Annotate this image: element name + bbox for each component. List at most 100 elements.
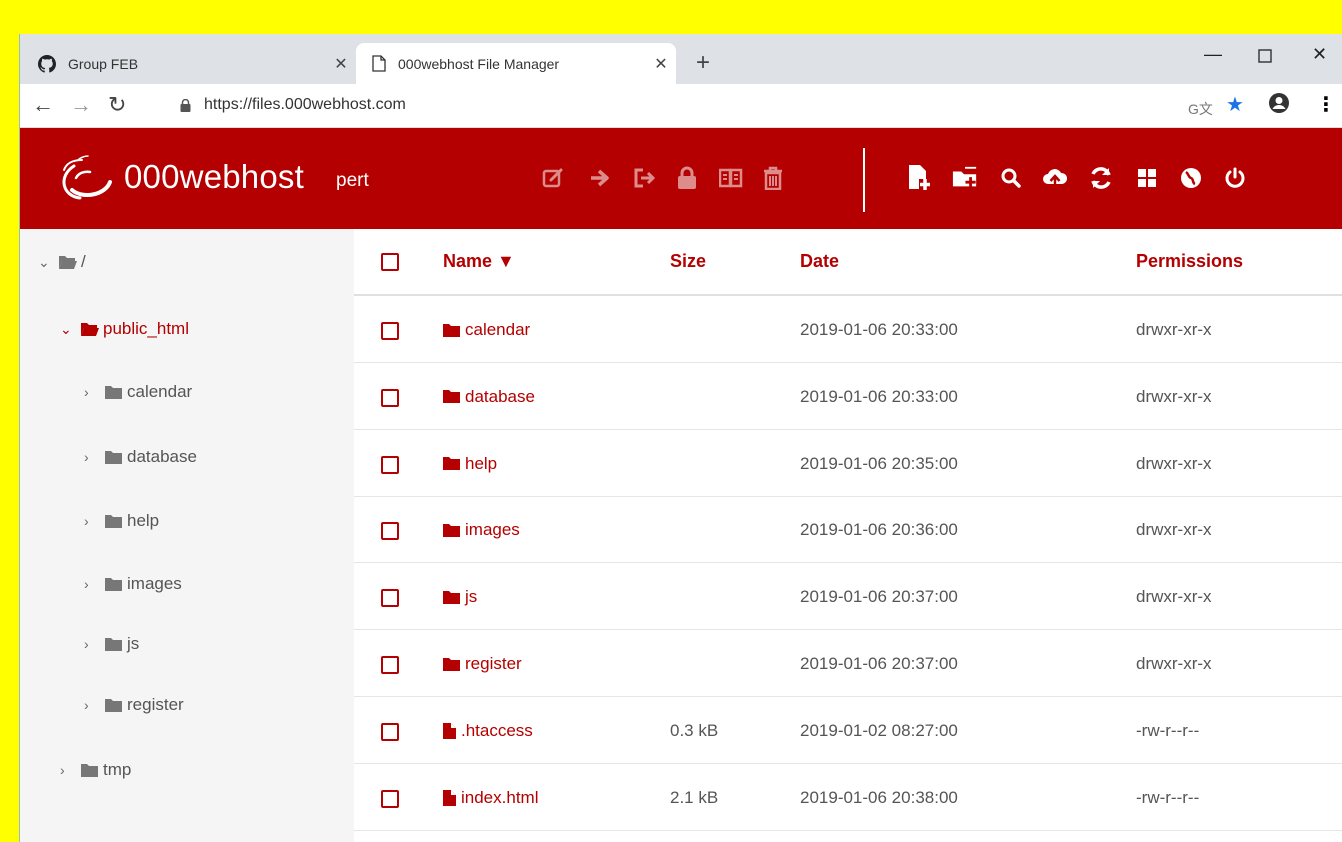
tree-label: images — [127, 574, 182, 593]
table-row[interactable]: register 2019-01-06 20:37:00 drwxr-xr-x — [354, 630, 1342, 697]
grid-view-icon[interactable] — [1134, 164, 1160, 192]
refresh-icon[interactable] — [1088, 164, 1114, 192]
chevron-right-icon[interactable]: › — [60, 762, 80, 778]
row-checkbox[interactable] — [381, 522, 399, 541]
edit-icon[interactable] — [540, 164, 566, 192]
folder-open-icon — [81, 322, 99, 336]
folder-icon — [81, 763, 98, 777]
file-date: 2019-01-06 20:37:00 — [800, 587, 958, 607]
chevron-right-icon[interactable]: › — [84, 384, 104, 400]
help-globe-icon[interactable] — [1178, 164, 1204, 192]
power-icon[interactable] — [1222, 164, 1248, 192]
row-checkbox[interactable] — [381, 455, 399, 474]
file-permissions: drwxr-xr-x — [1136, 320, 1212, 339]
file-name-cell[interactable]: calendar — [442, 320, 530, 340]
file-name-cell[interactable]: register — [442, 654, 522, 674]
row-checkbox[interactable] — [381, 322, 399, 340]
folder-icon — [105, 637, 122, 651]
table-row[interactable]: database 2019-01-06 20:33:00 drwxr-xr-x — [354, 363, 1342, 430]
tree-node-images[interactable]: › images — [84, 569, 182, 599]
tree-label: js — [127, 634, 140, 653]
back-arrow-icon[interactable]: ← — [32, 92, 54, 118]
file-permissions: drwxr-xr-x — [1136, 453, 1212, 473]
tree-node-root[interactable]: ⌄ / — [38, 247, 86, 277]
table-header: Name ▼ Size Date Permissions — [354, 229, 1342, 296]
chevron-right-icon[interactable]: › — [84, 697, 104, 713]
column-header-size[interactable]: Size — [670, 251, 706, 272]
file-name-cell[interactable]: .htaccess — [442, 721, 533, 741]
tree-node-calendar[interactable]: › calendar — [84, 377, 192, 407]
menu-icon[interactable]: ⋮ — [1316, 92, 1336, 118]
column-header-name[interactable]: Name ▼ — [443, 251, 515, 272]
file-name-cell[interactable]: database — [442, 387, 535, 407]
archive-icon[interactable] — [718, 164, 744, 192]
profile-icon[interactable] — [1268, 92, 1290, 121]
tree-node-database[interactable]: › database — [84, 442, 197, 472]
forward-arrow-icon[interactable]: → — [70, 92, 92, 118]
table-row[interactable]: calendar 2019-01-06 20:33:00 drwxr-xr-x — [354, 296, 1342, 363]
new-file-icon[interactable] — [906, 164, 932, 192]
folder-icon — [443, 657, 460, 671]
table-row[interactable]: js 2019-01-06 20:37:00 drwxr-xr-x — [354, 563, 1342, 631]
file-name-cell[interactable]: index.html — [442, 788, 538, 808]
row-checkbox[interactable] — [381, 722, 399, 741]
minimize-icon[interactable]: — — [1204, 44, 1222, 65]
file-name: index.html — [461, 787, 539, 807]
file-name-cell[interactable]: images — [442, 520, 520, 540]
new-tab-button[interactable]: + — [696, 51, 710, 75]
chevron-right-icon[interactable]: › — [84, 513, 104, 529]
url-input[interactable]: https://files.000webhost.com — [204, 96, 406, 114]
tab-group-feb[interactable]: Group FEB ✕ — [20, 43, 356, 84]
file-permissions: -rw-r--r-- — [1136, 720, 1200, 740]
tree-node-js[interactable]: › js — [84, 629, 139, 659]
rename-icon[interactable] — [632, 164, 658, 192]
tree-node-register[interactable]: › register — [84, 690, 184, 720]
username: pert — [336, 170, 369, 191]
star-icon[interactable]: ★ — [1226, 92, 1244, 118]
close-icon[interactable]: ✕ — [326, 54, 356, 74]
tree-node-help[interactable]: › help — [84, 506, 159, 536]
table-row[interactable]: help 2019-01-06 20:35:00 drwxr-xr-x — [354, 430, 1342, 497]
close-window-icon[interactable]: ✕ — [1312, 44, 1327, 65]
file-name-cell[interactable]: help — [442, 454, 497, 474]
table-row[interactable]: images 2019-01-06 20:36:00 drwxr-xr-x — [354, 496, 1342, 564]
reload-icon[interactable]: ↻ — [108, 92, 126, 118]
row-checkbox[interactable] — [381, 656, 399, 674]
move-icon[interactable] — [587, 164, 613, 192]
tree-node-public-html[interactable]: ⌄ public_html — [60, 314, 189, 344]
file-date: 2019-01-06 20:38:00 — [800, 787, 958, 807]
chevron-right-icon[interactable]: › — [84, 449, 104, 465]
file-icon — [443, 722, 456, 739]
translate-icon[interactable]: G文 — [1188, 96, 1213, 122]
chevron-right-icon[interactable]: › — [84, 636, 104, 652]
folder-icon — [105, 450, 122, 464]
file-icon — [443, 789, 456, 806]
row-checkbox[interactable] — [381, 789, 399, 808]
chevron-right-icon[interactable]: › — [84, 576, 104, 592]
column-header-permissions[interactable]: Permissions — [1136, 251, 1243, 272]
folder-icon — [443, 390, 460, 404]
tab-file-manager[interactable]: 000webhost File Manager ✕ — [356, 43, 676, 84]
row-checkbox[interactable] — [381, 388, 399, 407]
row-checkbox[interactable] — [381, 589, 399, 608]
new-folder-icon[interactable] — [952, 164, 978, 192]
app-header: 000webhost pert — [20, 128, 1342, 229]
search-icon[interactable] — [998, 164, 1024, 192]
trash-icon[interactable] — [760, 164, 786, 192]
column-header-date[interactable]: Date — [800, 251, 839, 272]
maximize-icon[interactable] — [1258, 47, 1272, 68]
folder-icon — [105, 385, 122, 399]
permissions-lock-icon[interactable] — [674, 164, 700, 192]
chevron-down-icon[interactable]: ⌄ — [60, 321, 80, 338]
tree-node-tmp[interactable]: › tmp — [60, 755, 131, 785]
table-row[interactable]: index.html 2.1 kB 2019-01-06 20:38:00 -rw-r… — [354, 764, 1342, 831]
file-name-cell[interactable]: js — [442, 587, 477, 607]
tab-title: 000webhost File Manager — [398, 55, 560, 72]
brand-logo-icon — [62, 155, 112, 200]
chevron-down-icon[interactable]: ⌄ — [38, 254, 58, 271]
table-row[interactable]: .htaccess 0.3 kB 2019-01-02 08:27:00 -rw-r-… — [354, 697, 1342, 764]
select-all-checkbox[interactable] — [381, 253, 399, 271]
close-icon[interactable]: ✕ — [646, 54, 676, 74]
upload-icon[interactable] — [1042, 164, 1068, 192]
lock-icon — [180, 99, 191, 112]
